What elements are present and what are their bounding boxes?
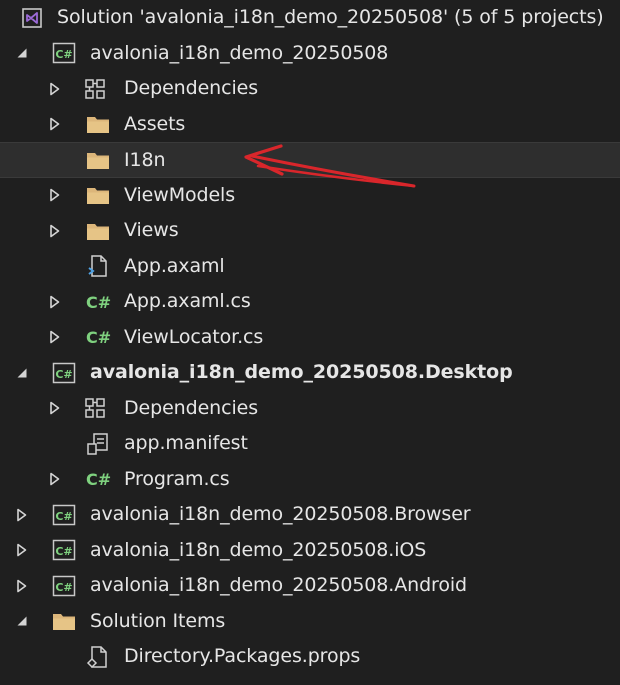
- tree-item-avalonia-i18n-demo-20250508-desktop[interactable]: C# avalonia_i18n_demo_20250508.Desktop: [0, 355, 620, 391]
- tree-item-assets[interactable]: Assets: [0, 107, 620, 143]
- tree-item-label: App.axaml: [124, 254, 225, 277]
- tree-item-solution-items[interactable]: Solution Items: [0, 604, 620, 640]
- tree-item-label: Dependencies: [124, 396, 259, 419]
- solution-explorer-tree: Solution 'avalonia_i18n_demo_20250508' (…: [0, 0, 620, 685]
- collapsed-arrow-icon[interactable]: [47, 107, 63, 143]
- csharp-file-icon: C#: [85, 325, 111, 349]
- tree-item-label: avalonia_i18n_demo_20250508: [90, 41, 389, 64]
- collapsed-arrow-icon[interactable]: [47, 320, 63, 356]
- tree-item-label: app.manifest: [124, 432, 248, 454]
- tree-item-dependencies[interactable]: Dependencies: [0, 71, 620, 107]
- svg-text:C#: C#: [86, 293, 111, 312]
- tree-item-label: Solution Items: [90, 609, 226, 632]
- manifest-file-icon: [85, 432, 111, 456]
- collapsed-arrow-icon[interactable]: [14, 497, 30, 533]
- solution-row[interactable]: Solution 'avalonia_i18n_demo_20250508' (…: [0, 0, 620, 36]
- tree-item-label: ViewLocator.cs: [124, 325, 264, 348]
- expanded-arrow-icon[interactable]: [14, 355, 30, 391]
- tree-item-label: Assets: [124, 112, 186, 135]
- csharp-project-icon: C#: [51, 503, 77, 527]
- tree-item-views[interactable]: Views: [0, 213, 620, 249]
- csharp-file-icon: C#: [85, 290, 111, 314]
- tree-item-label: Views: [124, 219, 179, 241]
- svg-text:C#: C#: [86, 470, 111, 489]
- tree-item-label: avalonia_i18n_demo_20250508.iOS: [90, 538, 427, 561]
- solution-icon: [19, 6, 45, 30]
- folder-icon: [85, 219, 111, 243]
- expanded-arrow-icon[interactable]: [14, 604, 30, 640]
- collapsed-arrow-icon[interactable]: [47, 71, 63, 107]
- tree-item-label: Directory.Packages.props: [124, 645, 361, 667]
- folder-icon: [85, 112, 111, 136]
- folder-icon: [85, 148, 111, 172]
- tree-item-avalonia-i18n-demo-20250508-ios[interactable]: C# avalonia_i18n_demo_20250508.iOS: [0, 533, 620, 569]
- solution-folder-icon: [51, 609, 77, 633]
- tree-item-label: avalonia_i18n_demo_20250508.Android: [90, 574, 467, 596]
- dependencies-icon: [82, 77, 108, 101]
- collapsed-arrow-icon[interactable]: [14, 568, 30, 604]
- tree-item-avalonia-i18n-demo-20250508-browser[interactable]: C# avalonia_i18n_demo_20250508.Browser: [0, 497, 620, 533]
- collapsed-arrow-icon[interactable]: [47, 462, 63, 498]
- svg-text:C#: C#: [55, 48, 72, 61]
- csharp-project-icon: C#: [51, 41, 77, 65]
- tree-item-label: App.axaml.cs: [124, 290, 251, 312]
- tree-item-app-axaml[interactable]: App.axaml: [0, 249, 620, 285]
- collapsed-arrow-icon[interactable]: [47, 391, 63, 427]
- tree-item-viewlocator-cs[interactable]: C# ViewLocator.cs: [0, 320, 620, 356]
- csharp-file-icon: C#: [85, 467, 111, 491]
- tree-item-program-cs[interactable]: C# Program.cs: [0, 462, 620, 498]
- svg-text:C#: C#: [55, 368, 72, 381]
- collapsed-arrow-icon[interactable]: [14, 533, 30, 569]
- tree-item-label: Dependencies: [124, 77, 259, 99]
- csharp-project-icon: C#: [51, 538, 77, 562]
- tree-item-avalonia-i18n-demo-20250508[interactable]: C# avalonia_i18n_demo_20250508: [0, 36, 620, 72]
- csharp-project-icon: C#: [51, 361, 77, 385]
- xaml-file-icon: [85, 254, 111, 278]
- tree-item-directory-packages-props[interactable]: Directory.Packages.props: [0, 639, 620, 675]
- props-file-icon: [85, 645, 111, 669]
- tree-item-app-axaml-cs[interactable]: C# App.axaml.cs: [0, 284, 620, 320]
- solution-label: Solution 'avalonia_i18n_demo_20250508' (…: [57, 6, 604, 28]
- tree-item-label: I18n: [124, 149, 166, 171]
- collapsed-arrow-icon[interactable]: [47, 284, 63, 320]
- collapsed-arrow-icon[interactable]: [47, 178, 63, 214]
- tree-item-app-manifest[interactable]: app.manifest: [0, 426, 620, 462]
- dependencies-icon: [82, 396, 108, 420]
- tree-item-i18n[interactable]: I18n: [0, 142, 620, 178]
- tree-item-label: avalonia_i18n_demo_20250508.Browser: [90, 503, 471, 525]
- expanded-arrow-icon[interactable]: [14, 36, 30, 72]
- svg-text:C#: C#: [55, 581, 72, 594]
- tree-item-viewmodels[interactable]: ViewModels: [0, 178, 620, 214]
- svg-text:C#: C#: [55, 545, 72, 558]
- csharp-project-icon: C#: [51, 574, 77, 598]
- collapsed-arrow-icon[interactable]: [47, 213, 63, 249]
- tree-item-label: avalonia_i18n_demo_20250508.Desktop: [90, 361, 513, 383]
- folder-icon: [85, 183, 111, 207]
- svg-text:C#: C#: [55, 510, 72, 523]
- tree-item-label: ViewModels: [124, 183, 236, 206]
- svg-text:C#: C#: [86, 328, 111, 347]
- tree-item-avalonia-i18n-demo-20250508-android[interactable]: C# avalonia_i18n_demo_20250508.Android: [0, 568, 620, 604]
- tree-item-label: Program.cs: [124, 467, 230, 490]
- tree-item-dependencies[interactable]: Dependencies: [0, 391, 620, 427]
